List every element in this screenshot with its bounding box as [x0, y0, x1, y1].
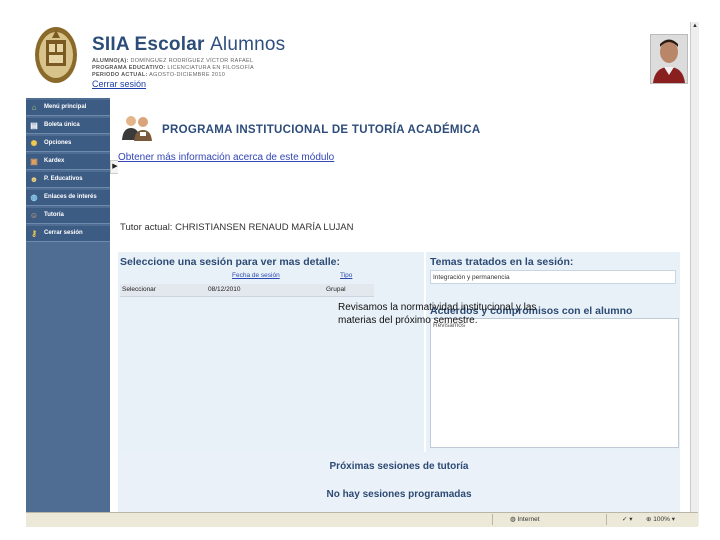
gear-icon: ✺ — [30, 139, 38, 148]
app-header: SIIA Escolar Alumnos ALUMNO(A): DOMÍNGUE… — [26, 22, 690, 98]
browser-status-bar: ◍ Internet ✓ ▾ ⊕ 100% ▾ — [26, 512, 698, 527]
protected-mode-icon[interactable]: ✓ ▾ — [622, 515, 633, 523]
sidebar-item-enlaces[interactable]: ◍ Enlaces de interés — [26, 190, 110, 206]
student-photo — [650, 34, 688, 84]
logout-link[interactable]: Cerrar sesión — [92, 79, 146, 89]
document-icon: ▤ — [30, 121, 38, 130]
zoom-level[interactable]: ⊕ 100% ▾ — [646, 515, 675, 523]
book-icon: ▣ — [30, 157, 38, 166]
sessions-heading: Seleccione una sesión para ver mas detal… — [120, 256, 341, 268]
sidebar-item-cerrar-sesion[interactable]: ⚷ Cerrar sesión — [26, 226, 110, 242]
table-row: Seleccionar 08/12/2010 Grupal — [120, 284, 374, 297]
tutor-icon: ☺ — [29, 211, 39, 220]
session-type: Grupal — [326, 286, 346, 293]
main-content: PROGRAMA INSTITUCIONAL DE TUTORÍA ACADÉM… — [118, 106, 680, 526]
scroll-up-arrow[interactable]: ▲ — [691, 22, 699, 30]
sidebar-item-boleta-unica[interactable]: ▤ Boleta única — [26, 118, 110, 134]
vertical-scrollbar[interactable]: ▲ ▼ — [690, 22, 699, 526]
status-separator — [606, 514, 607, 525]
page-title: PROGRAMA INSTITUCIONAL DE TUTORÍA ACADÉM… — [162, 124, 481, 136]
sidebar-item-opciones[interactable]: ✺ Opciones — [26, 136, 110, 152]
sidebar-menu: ⌂ Menú principal ▤ Boleta única ✺ Opcion… — [26, 98, 110, 526]
university-crest-icon — [35, 27, 77, 83]
status-separator — [492, 514, 493, 525]
key-icon: ⚷ — [31, 229, 37, 238]
app-brand: SIIA Escolar Alumnos — [92, 34, 286, 55]
agreements-box: Revisamos — [430, 318, 679, 448]
more-info-link[interactable]: Obtener más información acerca de este m… — [118, 152, 334, 163]
program-info: PROGRAMA EDUCATIVO: LICENCIATURA EN FILO… — [92, 65, 254, 71]
security-zone: ◍ Internet — [510, 516, 540, 523]
sidebar-item-menu-principal[interactable]: ⌂ Menú principal — [26, 100, 110, 116]
module-titlebar: PROGRAMA INSTITUCIONAL DE TUTORÍA ACADÉM… — [118, 106, 680, 146]
sessions-table-header: Fecha de sesión Tipo — [120, 272, 372, 282]
tutor-people-icon — [122, 116, 152, 141]
student-avatar — [651, 35, 687, 83]
sidebar-item-p-educativos[interactable]: ☻ P. Educativos — [26, 172, 110, 188]
sidebar-item-tutoria[interactable]: ☺ Tutoría — [26, 208, 110, 224]
globe-icon: ◍ — [30, 193, 38, 202]
panel-divider — [424, 252, 426, 452]
users-icon: ☻ — [29, 175, 39, 184]
student-info: ALUMNO(A): DOMÍNGUEZ RODRÍGUEZ VÍCTOR RA… — [92, 58, 254, 64]
topics-heading: Temas tratados en la sesión: — [430, 256, 574, 268]
column-type-header[interactable]: Tipo — [340, 272, 352, 279]
column-date-header[interactable]: Fecha de sesión — [232, 272, 280, 279]
select-session-link[interactable]: Seleccionar — [122, 286, 156, 293]
current-tutor: Tutor actual: CHRISTIANSEN RENAUD MARÍA … — [120, 222, 354, 233]
next-sessions-heading: Próximas sesiones de tutoría — [329, 461, 469, 472]
sidebar-item-kardex[interactable]: ▣ Kardex — [26, 154, 110, 170]
period-info: PERIODO ACTUAL: AGOSTO-DICIEMBRE 2010 — [92, 72, 226, 78]
no-sessions-message: No hay sesiones programadas — [326, 489, 472, 500]
session-date: 08/12/2010 — [208, 286, 241, 293]
topics-field: Integración y permanencia — [430, 270, 676, 284]
home-icon: ⌂ — [31, 103, 37, 112]
agreements-text: Revisamos la normatividad institucional … — [338, 302, 537, 326]
browser-window: SIIA Escolar Alumnos ALUMNO(A): DOMÍNGUE… — [26, 22, 690, 526]
